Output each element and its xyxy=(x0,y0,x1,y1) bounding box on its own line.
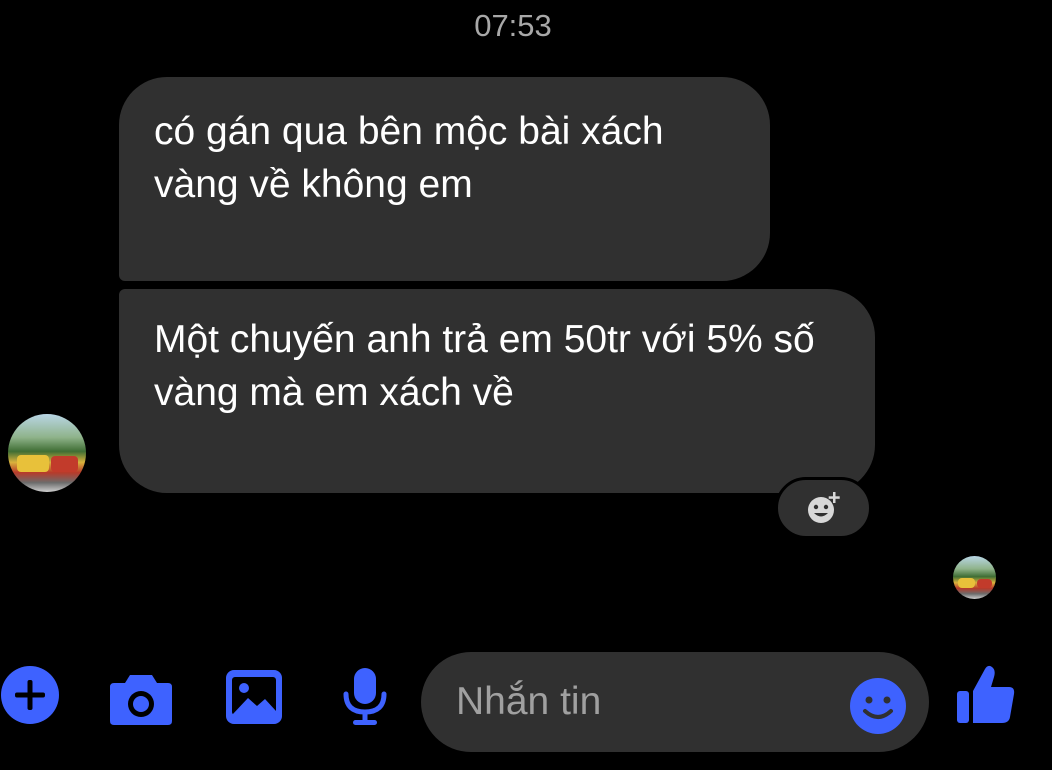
plus-button[interactable] xyxy=(0,665,60,725)
camera-icon xyxy=(110,675,172,725)
add-reaction-button[interactable] xyxy=(775,477,872,539)
message-text: có gán qua bên mộc bài xách vàng về khôn… xyxy=(154,110,664,206)
emoji-icon xyxy=(850,678,906,734)
avatar-image-detail xyxy=(958,578,976,588)
message-bubble[interactable]: Một chuyến anh trả em 50tr với 5% số vàn… xyxy=(119,289,875,493)
avatar-image-detail xyxy=(976,579,992,588)
thumbs-up-icon xyxy=(957,665,1015,723)
emoji-button[interactable] xyxy=(849,677,907,735)
like-button[interactable] xyxy=(955,663,1017,727)
sender-avatar[interactable] xyxy=(8,414,86,492)
message-text: Một chuyến anh trả em 50tr với 5% số vàn… xyxy=(154,318,815,414)
gallery-button[interactable] xyxy=(224,668,284,726)
microphone-icon xyxy=(343,668,387,725)
avatar-image-detail xyxy=(50,456,79,472)
message-bubble[interactable]: có gán qua bên mộc bài xách vàng về khôn… xyxy=(119,77,770,281)
message-timestamp: 07:53 xyxy=(474,8,552,43)
message-input-placeholder: Nhắn tin xyxy=(456,680,602,723)
plus-icon xyxy=(1,666,59,724)
add-reaction-icon xyxy=(807,492,840,523)
camera-button[interactable] xyxy=(108,671,174,727)
voice-message-button[interactable] xyxy=(340,666,390,728)
avatar-image-detail xyxy=(17,454,49,472)
seen-indicator-avatar xyxy=(953,556,996,599)
image-icon xyxy=(226,670,282,724)
